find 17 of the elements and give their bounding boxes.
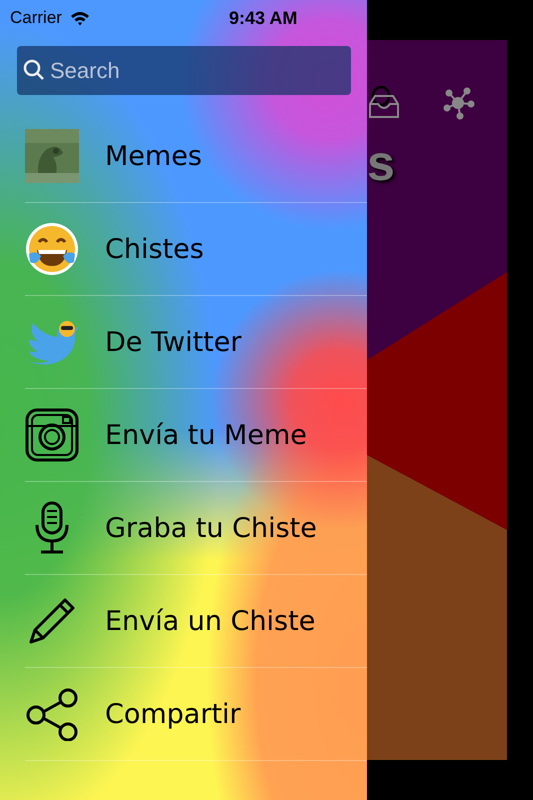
inbox-icon[interactable]	[367, 86, 401, 120]
share-icon	[25, 687, 79, 741]
menu-item[interactable]: Compartir	[25, 668, 367, 761]
menu-item[interactable]: Graba tu Chiste	[25, 482, 367, 575]
laughing-emoji-icon	[25, 222, 79, 276]
search-field[interactable]: Search	[17, 46, 351, 95]
menu-item[interactable]: Memes	[25, 110, 367, 203]
menu-item[interactable]: Envía un Chiste	[25, 575, 367, 668]
carrier-name: Carrier	[10, 8, 62, 28]
camera-icon	[25, 408, 79, 462]
menu-item[interactable]: Chistes	[25, 203, 367, 296]
menu-item[interactable]: Envía tu Meme	[25, 389, 367, 482]
screen-title: s	[367, 138, 395, 188]
status-time: 9:43 AM	[229, 8, 298, 28]
menu-item[interactable]: De Twitter	[25, 296, 367, 389]
network-icon[interactable]	[441, 86, 475, 120]
wifi-icon	[70, 10, 90, 26]
